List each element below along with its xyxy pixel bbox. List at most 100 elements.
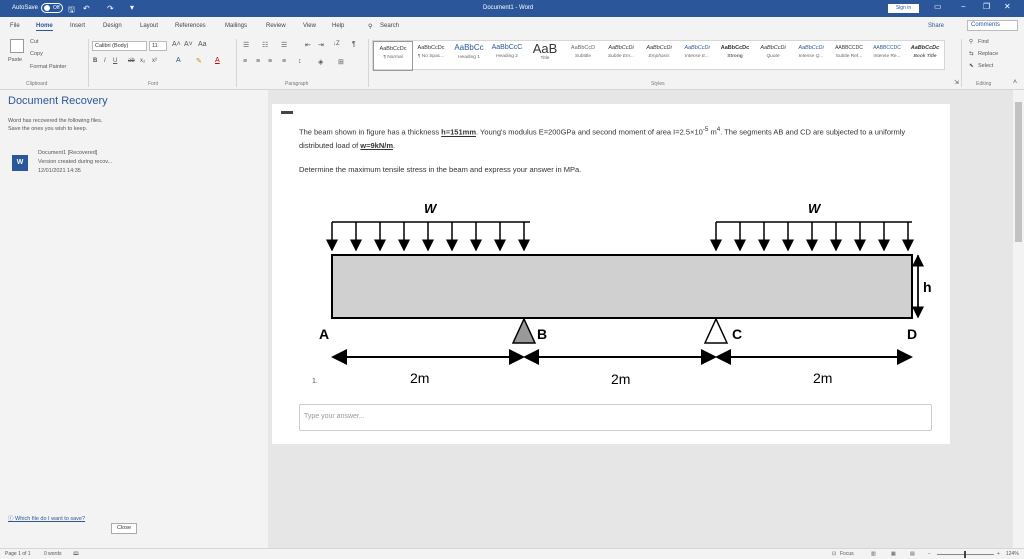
paste-icon[interactable] [10, 39, 24, 53]
style-intense-reference[interactable]: AABBCCDC Intense Re... [867, 41, 907, 71]
search-box[interactable]: Search [380, 23, 399, 29]
zoom-slider-thumb[interactable] [964, 551, 966, 558]
redo-icon[interactable]: ↷ [107, 4, 114, 13]
recovered-document-item[interactable]: Document1 [Recovered] Version created du… [38, 149, 112, 176]
tab-review[interactable]: Review [266, 23, 286, 29]
show-marks-icon[interactable]: ¶ [352, 41, 356, 48]
read-mode-icon[interactable]: ▥ [871, 551, 876, 557]
cut-button[interactable]: Cut [30, 39, 39, 45]
zoom-level[interactable]: 124% [1006, 551, 1019, 557]
align-right-icon[interactable]: ≡ [268, 58, 272, 65]
ribbon-divider [368, 39, 369, 87]
collapse-ribbon-icon[interactable]: ˄ [1013, 79, 1017, 86]
style-sample: AaBbCcDc [720, 45, 750, 51]
replace-button[interactable]: Replace [978, 51, 998, 57]
focus-button[interactable]: Focus [840, 551, 854, 557]
replace-icon[interactable]: ⇆ [969, 51, 974, 57]
change-case-icon[interactable]: Aa [198, 41, 207, 48]
save-icon[interactable]: 🖫 [68, 4, 75, 18]
word-count[interactable]: 0 words [44, 551, 62, 557]
italic-icon[interactable]: I [104, 58, 106, 64]
style-intense-emphasis[interactable]: AaBbCcDi Intense E... [677, 41, 717, 71]
style-book-title[interactable]: AaBbCcDc Book Title [905, 41, 945, 71]
customize-qat-icon[interactable]: ▾ [130, 3, 134, 12]
style-subtle-emphasis[interactable]: AaBbCcDi Subtle Em... [601, 41, 641, 71]
text-effects-icon[interactable]: A [176, 57, 181, 64]
grow-font-icon[interactable]: A˄ [172, 41, 181, 48]
style-quote[interactable]: AaBbCcDi Quote [753, 41, 793, 71]
tab-file[interactable]: File [10, 23, 20, 29]
underline-icon[interactable]: U [113, 58, 117, 64]
proofing-icon[interactable]: 🕮 [73, 551, 79, 559]
strikethrough-icon[interactable]: ab [128, 58, 135, 64]
subscript-icon[interactable]: x₂ [140, 58, 145, 64]
autosave-toggle[interactable]: Off [41, 3, 63, 13]
font-size-select[interactable]: 11 [149, 41, 167, 51]
style-heading-1[interactable]: AaBbCc Heading 1 [449, 41, 489, 71]
comments-button[interactable]: Comments [967, 20, 1018, 31]
copy-button[interactable]: Copy [30, 51, 43, 57]
numbering-icon[interactable]: ☷ [262, 41, 268, 49]
minimize-button[interactable]: − [961, 2, 966, 11]
highlight-icon[interactable]: ✎ [196, 57, 202, 65]
font-name-select[interactable]: Calibri (Body) [92, 41, 147, 51]
search-icon[interactable]: ⚲ [368, 23, 372, 30]
print-layout-icon[interactable]: ▦ [891, 551, 896, 557]
focus-icon[interactable]: ⊡ [832, 551, 836, 557]
share-button[interactable]: Share [928, 23, 944, 29]
style-intense-quote[interactable]: AaBbCcDi Intense Q... [791, 41, 831, 71]
style-heading-2[interactable]: AaBbCcC Heading 2 [487, 41, 527, 71]
style-subtitle[interactable]: AaBbCcD Subtitle [563, 41, 603, 71]
line-spacing-icon[interactable]: ↕ [298, 58, 302, 65]
shading-icon[interactable]: ◈ [318, 58, 323, 66]
tab-design[interactable]: Design [103, 23, 122, 29]
find-icon[interactable]: ⚲ [969, 39, 973, 45]
tab-references[interactable]: References [175, 23, 206, 29]
vertical-scrollbar[interactable] [1013, 90, 1024, 548]
style-no-spacing[interactable]: AaBbCcDc ¶ No Spac... [411, 41, 451, 71]
sign-in-button[interactable]: Sign in [888, 4, 919, 13]
style-normal[interactable]: AaBbCcDc ¶ Normal [373, 41, 413, 71]
superscript-icon[interactable]: x² [152, 58, 157, 64]
multilevel-list-icon[interactable]: ☰ [281, 41, 287, 49]
outdent-icon[interactable]: ⇥ [318, 41, 324, 49]
answer-input[interactable]: Type your answer... [299, 404, 932, 431]
close-recovery-button[interactable]: Close [111, 523, 137, 534]
align-left-icon[interactable]: ≡ [243, 58, 247, 65]
tab-home[interactable]: Home [36, 23, 53, 31]
tab-insert[interactable]: Insert [70, 23, 85, 29]
paste-button[interactable]: Paste [8, 57, 22, 63]
style-strong[interactable]: AaBbCcDc Strong [715, 41, 755, 71]
zoom-out-icon[interactable]: − [928, 551, 931, 557]
tab-help[interactable]: Help [332, 23, 344, 29]
web-layout-icon[interactable]: ▤ [910, 551, 915, 557]
justify-icon[interactable]: ≡ [282, 58, 286, 65]
format-painter-button[interactable]: Format Painter [30, 64, 66, 70]
ribbon-display-icon[interactable]: ▭ [934, 2, 942, 11]
select-button[interactable]: Select [978, 63, 993, 69]
restore-button[interactable]: ❐ [983, 2, 990, 11]
shrink-font-icon[interactable]: A˅ [184, 41, 193, 48]
select-icon[interactable]: ⬉ [969, 63, 974, 69]
page-count[interactable]: Page 1 of 1 [5, 551, 31, 557]
align-center-icon[interactable]: ≡ [256, 58, 260, 65]
find-button[interactable]: Find [978, 39, 989, 45]
tab-mailings[interactable]: Mailings [225, 23, 247, 29]
sort-icon[interactable]: ↓Z [333, 41, 340, 47]
style-subtle-reference[interactable]: AABBCCDC Subtle Ref... [829, 41, 869, 71]
scrollbar-thumb[interactable] [1015, 102, 1022, 242]
bullets-icon[interactable]: ☰ [243, 41, 249, 49]
tab-view[interactable]: View [303, 23, 316, 29]
help-link[interactable]: ⓘ Which file do I want to save? [8, 514, 85, 522]
style-emphasis[interactable]: AaBbCcDi Emphasis [639, 41, 679, 71]
style-title[interactable]: AaB Title [525, 41, 565, 71]
font-color-icon[interactable]: A [215, 57, 220, 64]
tab-layout[interactable]: Layout [140, 23, 158, 29]
close-window-button[interactable]: ✕ [1004, 2, 1011, 11]
undo-icon[interactable]: ↶ [83, 4, 90, 13]
zoom-in-icon[interactable]: + [997, 551, 1000, 557]
styles-launcher-icon[interactable]: ⇲ [954, 79, 959, 86]
bold-icon[interactable]: B [93, 58, 97, 64]
borders-icon[interactable]: ⊞ [338, 58, 344, 66]
indent-icon[interactable]: ⇤ [305, 41, 311, 49]
